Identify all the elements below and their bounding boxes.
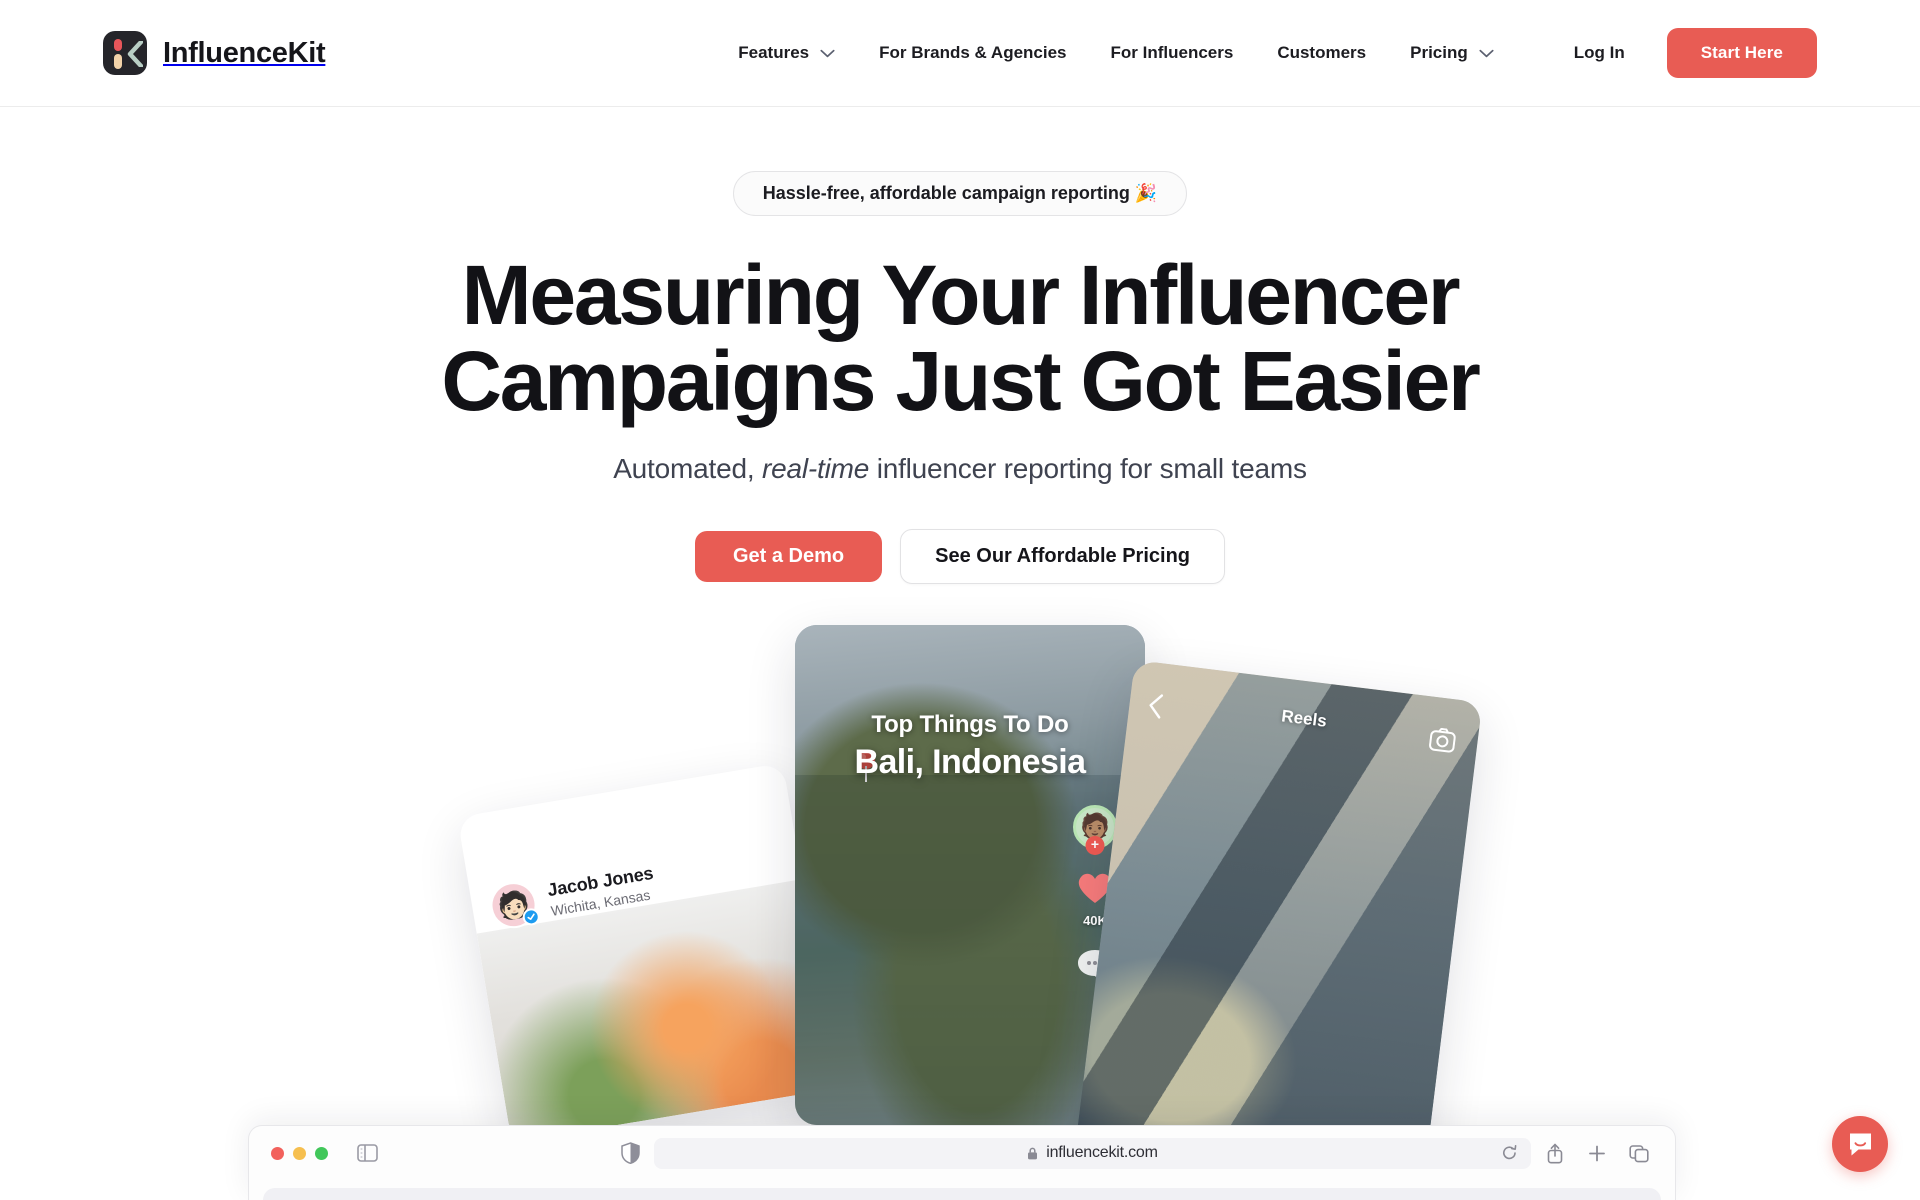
memoji-avatar: 🧑🏻 (487, 878, 542, 932)
window-traffic-lights (271, 1146, 328, 1160)
nav-label: Pricing (1410, 43, 1468, 62)
memoji-avatar[interactable]: 🧑🏽 + (1073, 805, 1117, 855)
browser-viewport (263, 1188, 1661, 1200)
main-nav: Features For Brands & Agencies For Influ… (716, 28, 1920, 78)
hero-sub-emphasis: real-time (761, 453, 870, 485)
story-title-small: Top Things To Do (871, 711, 1069, 738)
hero-subheading: Automated, real-time influencer reportin… (0, 453, 1920, 485)
camera-icon[interactable] (1428, 727, 1457, 754)
share-icon[interactable] (1545, 1143, 1565, 1164)
browser-action-icons (1545, 1143, 1649, 1164)
nav-item-for-influencers[interactable]: For Influencers (1089, 33, 1256, 73)
nav-label: For Brands & Agencies (879, 43, 1067, 62)
tab-overview-icon[interactable] (1629, 1143, 1649, 1164)
hero-cta-row: Get a Demo See Our Affordable Pricing (0, 529, 1920, 585)
hero-heading: Measuring Your Influencer Campaigns Just… (0, 252, 1920, 424)
profile-card-text: Jacob Jones Wichita, Kansas (546, 862, 658, 918)
plus-follow-icon[interactable]: + (1085, 836, 1105, 855)
hero-mockups: 🧑🏻 Jacob Jones Wichita, Kansas Top Thing… (0, 625, 1920, 1199)
get-a-demo-button[interactable]: Get a Demo (694, 531, 883, 583)
hero-section: Hassle-free, affordable campaign reporti… (0, 107, 1920, 585)
nav-item-customers[interactable]: Customers (1255, 33, 1388, 73)
see-pricing-button[interactable]: See Our Affordable Pricing (900, 529, 1226, 585)
sidebar-toggle-icon[interactable] (357, 1144, 378, 1162)
plus-icon[interactable] (1587, 1143, 1607, 1164)
mockup-profile-card: 🧑🏻 Jacob Jones Wichita, Kansas (457, 762, 838, 1143)
hero-sub-after: influencer reporting for small teams (869, 453, 1307, 485)
close-window-button[interactable] (271, 1146, 284, 1160)
url-text: influencekit.com (1046, 1144, 1158, 1161)
nav-label: Customers (1277, 43, 1367, 62)
hero-badge: Hassle-free, affordable campaign reporti… (732, 171, 1188, 216)
story-title-large: Bali, Indonesia (854, 743, 1087, 781)
embedded-browser-window: influencekit.com (248, 1125, 1676, 1200)
browser-toolbar: influencekit.com (249, 1126, 1675, 1180)
nav-item-for-brands-agencies[interactable]: For Brands & Agencies (857, 33, 1088, 73)
influencekit-logo-icon (103, 31, 147, 75)
nav-item-pricing[interactable]: Pricing (1388, 33, 1516, 73)
verified-check-icon (521, 907, 542, 927)
nav-label: Features (738, 43, 810, 62)
logo-k-shape (127, 41, 143, 67)
privacy-shield-icon[interactable] (621, 1142, 640, 1164)
minimize-window-button[interactable] (293, 1146, 306, 1160)
logo-dot-shape (114, 39, 122, 51)
chevron-down-icon (1479, 49, 1494, 57)
maximize-window-button[interactable] (315, 1146, 328, 1160)
hero-heading-line-2: Campaigns Just Got Easier (441, 333, 1481, 428)
nav-label: For Influencers (1110, 43, 1234, 62)
mockup-reels-phone: Reels (1074, 660, 1483, 1199)
chevron-down-icon (820, 49, 835, 57)
login-link[interactable]: Log In (1556, 33, 1643, 73)
hero-sub-before: Automated, (613, 453, 762, 485)
brand-name: InfluenceKit (163, 36, 326, 69)
address-bar[interactable]: influencekit.com (654, 1137, 1531, 1169)
brand-logo-link[interactable]: InfluenceKit (103, 31, 326, 75)
hero-badge-wrap: Hassle-free, affordable campaign reporti… (0, 171, 1920, 216)
lock-icon (1028, 1147, 1038, 1159)
chat-bubble-icon (1849, 1133, 1871, 1155)
logo-bar-shape (114, 54, 122, 69)
hero-heading-line-1: Measuring Your Influencer (461, 248, 1461, 342)
reload-icon[interactable] (1502, 1145, 1517, 1161)
site-header: InfluenceKit Features For Brands & Agenc… (0, 0, 1920, 107)
chat-launcher-button[interactable] (1832, 1116, 1888, 1172)
nav-item-features[interactable]: Features (716, 33, 857, 73)
landing-page: InfluenceKit Features For Brands & Agenc… (0, 0, 1920, 1200)
start-here-button[interactable]: Start Here (1666, 28, 1817, 78)
